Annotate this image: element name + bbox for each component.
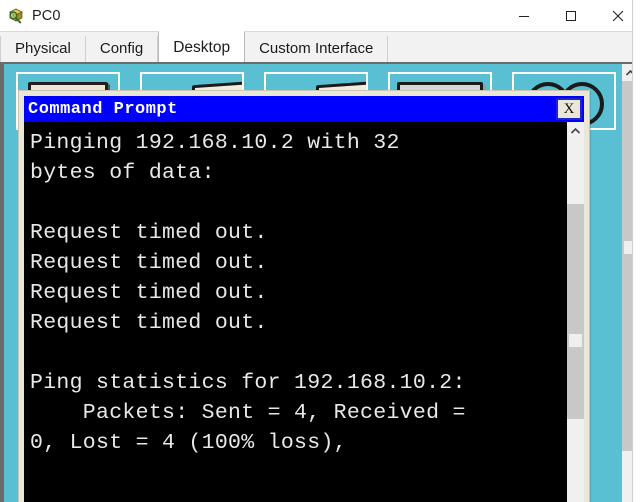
command-prompt-close-button[interactable]: X (556, 98, 582, 120)
terminal-line: Request timed out. (30, 221, 268, 245)
terminal-scrollbar-marker (569, 334, 582, 347)
tab-bar-filler (388, 36, 641, 62)
terminal-line: Pinging 192.168.10.2 with 32 (30, 131, 400, 155)
command-prompt-title: Command Prompt (28, 99, 178, 119)
terminal-line: 0, Lost = 4 (100% loss), (30, 431, 347, 455)
desktop-canvas: Command Prompt X Pinging 192.168.10.2 wi… (2, 64, 639, 502)
tab-config[interactable]: Config (85, 36, 159, 62)
pc0-window: $ PC0 Physical Config Desktop Custom Int… (0, 0, 641, 502)
tab-custom-interface[interactable]: Custom Interface (245, 36, 389, 62)
window-title: PC0 (32, 7, 61, 24)
terminal-line: Request timed out. (30, 251, 268, 275)
maximize-button[interactable] (547, 0, 594, 31)
packet-tracer-pc-icon: $ (7, 7, 25, 25)
command-prompt-body: Pinging 192.168.10.2 with 32 bytes of dat… (24, 122, 584, 502)
titlebar-left-group: $ PC0 (0, 7, 61, 25)
terminal-line: Request timed out. (30, 311, 268, 335)
minimize-button[interactable] (500, 0, 547, 31)
scroll-up-icon[interactable] (567, 122, 584, 139)
command-prompt-titlebar: Command Prompt X (24, 96, 584, 122)
terminal-scrollbar[interactable] (566, 122, 584, 502)
window-controls (500, 0, 641, 31)
tab-physical[interactable]: Physical (0, 36, 86, 62)
terminal-line: bytes of data: (30, 161, 215, 185)
terminal-line: Packets: Sent = 4, Received = (30, 401, 466, 425)
tab-bar: Physical Config Desktop Custom Interface (0, 31, 641, 62)
command-prompt-window: Command Prompt X Pinging 192.168.10.2 wi… (18, 90, 590, 502)
desktop-panel: Command Prompt X Pinging 192.168.10.2 wi… (0, 62, 641, 502)
window-titlebar: $ PC0 (0, 0, 641, 31)
tab-desktop[interactable]: Desktop (158, 31, 246, 62)
terminal-line: Request timed out. (30, 281, 268, 305)
window-right-margin (632, 0, 641, 502)
terminal-scrollbar-thumb[interactable] (567, 204, 584, 419)
terminal-line: Ping statistics for 192.168.10.2: (30, 371, 466, 395)
terminal-output[interactable]: Pinging 192.168.10.2 with 32 bytes of dat… (24, 122, 566, 502)
